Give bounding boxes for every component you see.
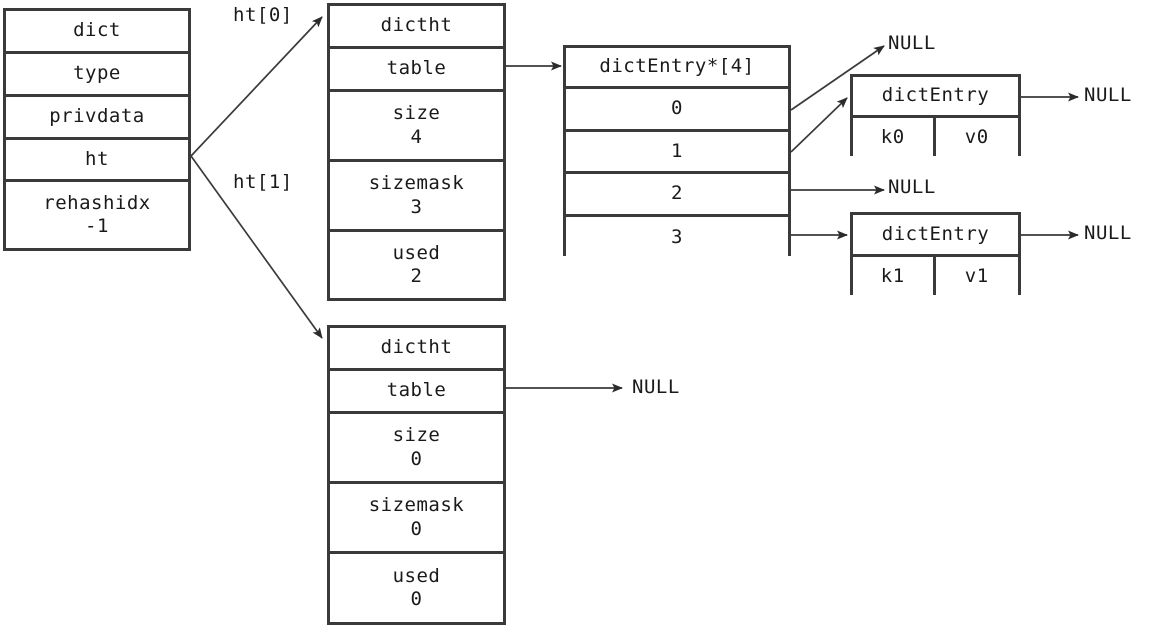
dict-field-ht-label: ht (85, 147, 109, 170)
wire-bucket1-entry0 (790, 97, 848, 153)
dictht0-field-sizemask-label: sizemask (368, 172, 465, 195)
dict-field-type-label: type (73, 62, 121, 85)
dict-entry-0-title: dictEntry (853, 77, 1018, 118)
bucket-array-title: dictEntry*[4] (566, 48, 788, 89)
dict-title-label: dict (73, 19, 121, 42)
dictht0-field-used-label: used (392, 241, 441, 264)
dictht1-field-sizemask-value: 0 (410, 517, 423, 540)
dictht0-title-label: dictht (380, 14, 453, 37)
dict-entry-1-value-label: v1 (964, 265, 989, 287)
dictht0-field-size-value: 4 (410, 125, 423, 148)
dict-field-rehashidx: rehashidx -1 (6, 182, 188, 248)
dictht1-field-table: table (330, 371, 503, 414)
dictht1-field-size: size 0 (330, 414, 503, 484)
dict-entry-0-key-label: k0 (880, 126, 905, 148)
dictht1-field-size-value: 0 (410, 447, 423, 470)
dict-entry-0-value: v0 (935, 118, 1018, 156)
dict-field-rehashidx-label: rehashidx (43, 191, 151, 214)
dict-entry-1-title-label: dictEntry (881, 222, 990, 245)
bucket-row-3: 3 (566, 217, 788, 259)
dict-field-privdata: privdata (6, 97, 188, 140)
ht1-pointer-label: ht[1] (233, 171, 293, 193)
dict-entry-1-key: k1 (853, 257, 936, 295)
dictht1-field-used-value: 0 (410, 588, 423, 610)
dictht1-field-size-label: size (392, 424, 441, 447)
dict-field-type: type (6, 54, 188, 97)
dictht0-title: dictht (330, 6, 503, 49)
bucket-index-0-label: 0 (671, 97, 683, 120)
wire-ht0 (190, 16, 323, 157)
dict-entry-0-kv-row: k0 v0 (853, 118, 1018, 156)
bucket-array: dictEntry*[4] 0 1 2 3 (563, 45, 791, 259)
dictht1-field-sizemask: sizemask 0 (330, 484, 503, 554)
dict-field-privdata-label: privdata (49, 105, 145, 128)
dict-entry-1-key-label: k1 (880, 265, 905, 287)
dictht0-field-used: used 2 (330, 232, 503, 298)
dict-field-ht: ht (6, 140, 188, 182)
bucket-row-2: 2 (566, 174, 788, 217)
dict-struct-title: dict (6, 11, 188, 54)
ht0-pointer-label: ht[0] (233, 4, 293, 26)
dict-entry-1-value: v1 (935, 257, 1018, 295)
dictht0-field-sizemask: sizemask 3 (330, 162, 503, 232)
dictht0-field-used-value: 2 (410, 265, 423, 287)
null-label-entry0-next: NULL (1084, 84, 1132, 106)
null-label-entry1-next: NULL (1084, 222, 1132, 244)
dictht1-field-used: used 0 (330, 554, 503, 622)
bucket-row-0: 0 (566, 89, 788, 132)
dict-entry-1-kv-row: k1 v1 (853, 257, 1018, 295)
dict-entry-0-title-label: dictEntry (881, 84, 990, 107)
dict-entry-1: dictEntry k1 v1 (850, 212, 1021, 295)
null-label-dictht1-table: NULL (632, 376, 680, 398)
dict-entry-0-value-label: v0 (964, 126, 989, 148)
dictht0-field-size: size 4 (330, 92, 503, 162)
null-label-bucket2: NULL (888, 176, 936, 198)
dict-entry-0-key: k0 (853, 118, 936, 156)
dict-entry-0: dictEntry k0 v0 (850, 74, 1021, 156)
dict-field-rehashidx-value: -1 (85, 215, 109, 237)
bucket-index-1-label: 1 (671, 139, 683, 162)
dictht1-field-used-label: used (392, 564, 441, 587)
dictht0-field-table-label: table (386, 57, 447, 80)
dictht0-struct: dictht table size 4 sizemask 3 used 2 (327, 3, 506, 301)
null-label-bucket0: NULL (888, 32, 936, 54)
dictht1-field-table-label: table (386, 379, 447, 402)
bucket-array-title-label: dictEntry*[4] (599, 55, 755, 78)
dictht0-field-sizemask-value: 3 (410, 195, 423, 218)
bucket-index-2-label: 2 (671, 182, 683, 205)
dictht0-field-table: table (330, 49, 503, 92)
dict-struct: dict type privdata ht rehashidx -1 (3, 8, 191, 251)
diagram-canvas: dict type privdata ht rehashidx -1 ht[0]… (0, 0, 1150, 628)
dictht1-struct: dictht table size 0 sizemask 0 used 0 (327, 325, 506, 625)
dictht0-field-size-label: size (392, 102, 441, 125)
bucket-index-3-label: 3 (671, 226, 683, 249)
dictht1-title: dictht (330, 328, 503, 371)
dictht1-field-sizemask-label: sizemask (368, 494, 465, 517)
dictht1-title-label: dictht (380, 336, 453, 359)
dict-entry-1-title: dictEntry (853, 215, 1018, 257)
bucket-row-1: 1 (566, 132, 788, 174)
